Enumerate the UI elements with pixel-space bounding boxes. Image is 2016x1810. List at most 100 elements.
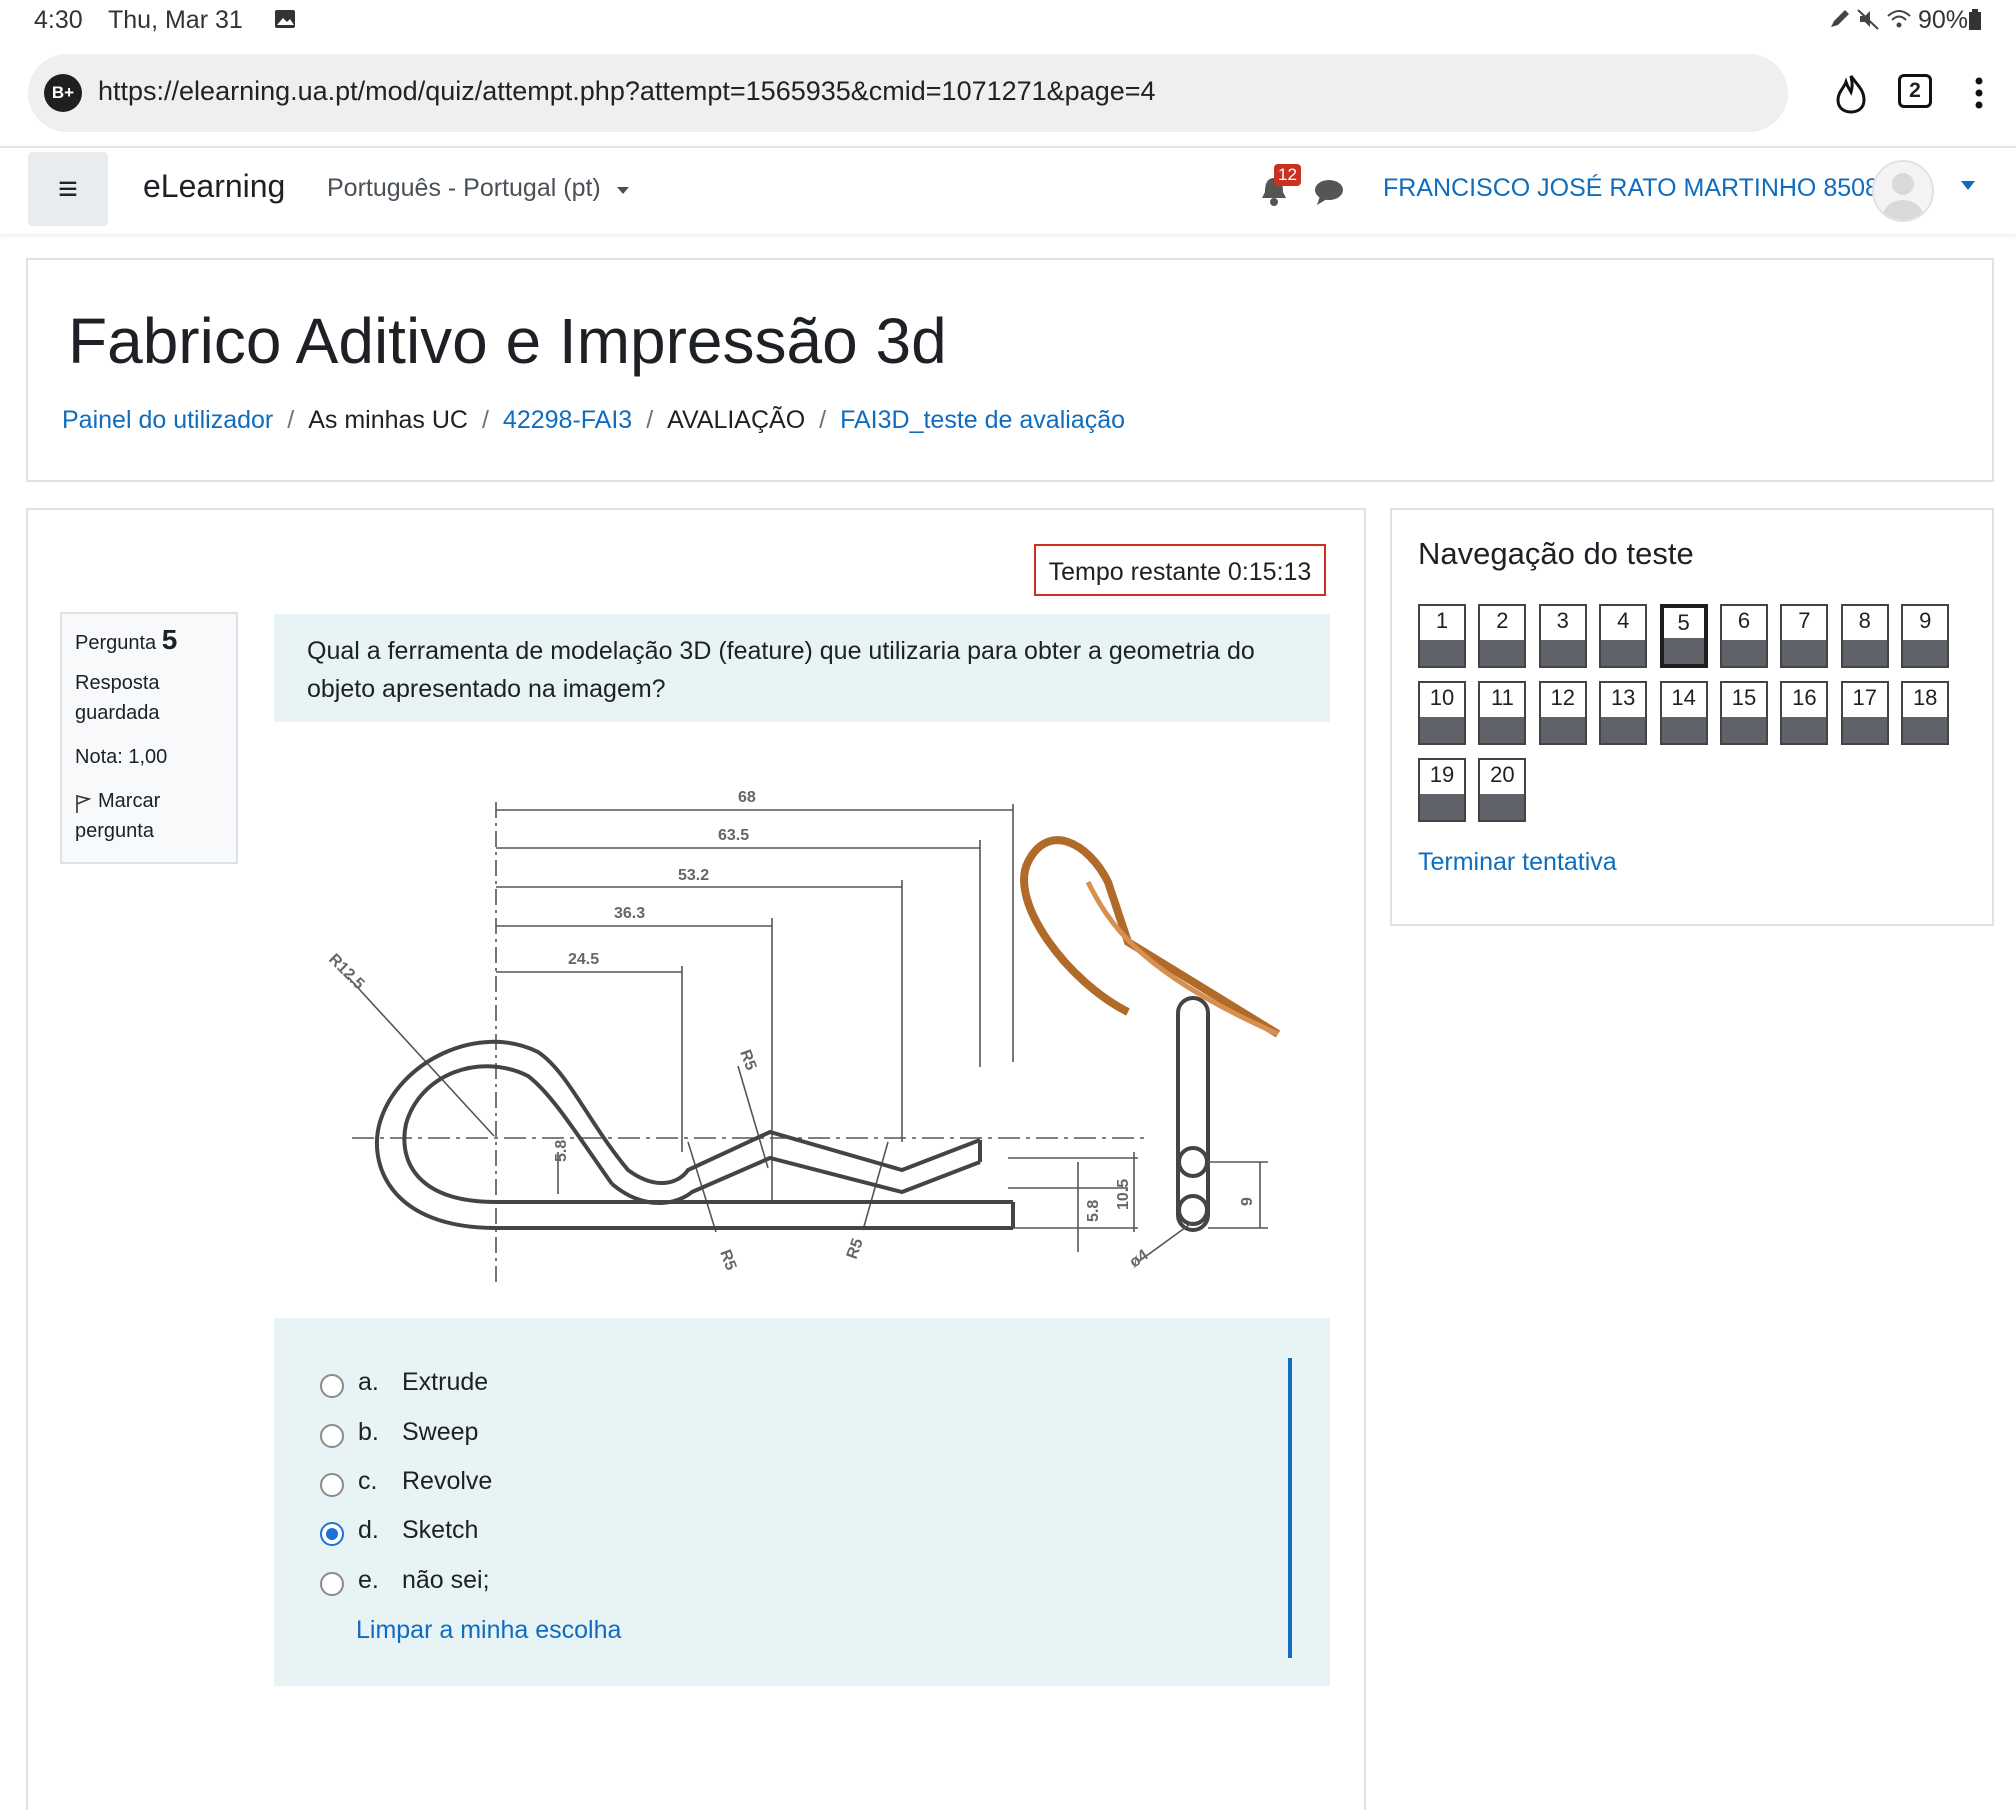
quiz-nav-button-7[interactable]: 7 [1780,604,1829,668]
quiz-nav-button-label: 6 [1737,608,1751,633]
quiz-nav-button-18[interactable]: 18 [1901,681,1950,745]
quiz-nav-button-1[interactable]: 1 [1418,604,1466,668]
answered-indicator [1540,717,1585,743]
chat-icon[interactable] [1314,178,1344,206]
quiz-nav-button-label: 8 [1858,608,1871,633]
question-state-line1: Resposta [75,672,160,694]
scrollbar[interactable] [1288,1358,1292,1658]
status-time: 4:30 [34,6,83,34]
quiz-nav-button-14[interactable]: 14 [1659,681,1708,745]
answered-indicator [1420,717,1464,743]
answer-radio-a[interactable] [320,1374,344,1398]
answer-radio-e[interactable] [320,1572,344,1596]
breadcrumb-quiz[interactable]: FAI3D_teste de avaliação [840,406,1125,434]
question-text: Qual a ferramenta de modelação 3D (featu… [307,637,1255,703]
answered-indicator [1420,794,1464,820]
status-bar: 4:30 Thu, Mar 31 90% [0,0,2016,44]
dim-635: 63.5 [718,827,749,844]
breadcrumb-dashboard[interactable]: Painel do utilizador [62,406,273,434]
quiz-nav-button-9[interactable]: 9 [1901,604,1950,668]
answer-radio-b[interactable] [320,1424,344,1448]
flag-question-line1[interactable]: Marcar [98,790,160,813]
dim-r5-a: R5 [736,1048,759,1073]
answered-indicator [1601,717,1646,743]
site-brand[interactable]: eLearning [143,168,285,205]
dim-105: 10.5 [1115,1179,1132,1210]
quiz-nav-button-5[interactable]: 5 [1659,604,1708,668]
quiz-nav-button-16[interactable]: 16 [1780,681,1829,745]
quiz-nav-button-2[interactable]: 2 [1478,604,1527,668]
quiz-nav-button-label: 10 [1429,685,1455,710]
answer-radio-d[interactable] [320,1522,344,1546]
wifi-icon [1887,10,1911,28]
quiz-nav-button-10[interactable]: 10 [1418,681,1466,745]
quiz-nav-button-label: 18 [1912,685,1938,710]
quiz-navigation-title: Navegação do teste [1418,536,1694,571]
quiz-nav-button-19[interactable]: 19 [1418,758,1466,822]
quiz-nav-button-label: 14 [1671,685,1696,710]
quiz-nav-button-label: 15 [1731,685,1757,710]
quiz-nav-button-3[interactable]: 3 [1538,604,1587,668]
answered-indicator [1480,640,1525,666]
dim-68: 68 [738,789,756,806]
browser-logo-icon[interactable]: B+ [44,74,82,112]
flag-icon[interactable] [75,794,91,814]
tab-count-button[interactable]: 2 [1898,74,1932,108]
quiz-nav-button-label: 19 [1429,762,1455,787]
question-number: Pergunta 5 [75,624,178,655]
quiz-timer: Tempo restante 0:15:13 [1034,544,1326,596]
quiz-nav-button-label: 13 [1610,685,1636,710]
quiz-nav-button-6[interactable]: 6 [1720,604,1768,668]
top-navbar: ≡ eLearning Português - Portugal (pt) 12… [0,146,2016,234]
quiz-nav-button-4[interactable]: 4 [1599,604,1648,668]
answered-indicator [1540,640,1585,666]
quiz-nav-button-label: 11 [1490,685,1514,710]
status-date: Thu, Mar 31 [108,6,243,34]
answer-radio-c[interactable] [320,1473,344,1497]
dim-r125: R12.5 [325,951,367,993]
question-image: 68 63.5 53.2 36.3 24.5 R12.5 R5 R5 R5 5.… [308,722,1330,1318]
answers-box: a. Extrude b. Sweep c. Revolve d. Sketch… [274,1318,1330,1686]
answer-label-d[interactable]: Sketch [402,1516,478,1545]
notification-badge: 12 [1274,164,1301,186]
answered-indicator [1842,640,1887,666]
page-title: Fabrico Aditivo e Impressão 3d [68,305,947,377]
url-text[interactable]: https://elearning.ua.pt/mod/quiz/attempt… [98,76,1156,107]
quiz-nav-button-17[interactable]: 17 [1840,681,1889,745]
flame-icon[interactable] [1834,74,1868,114]
quiz-nav-button-13[interactable]: 13 [1599,681,1648,745]
answered-indicator [1480,794,1525,820]
dim-r5-c: R5 [844,1236,867,1261]
answer-label-a[interactable]: Extrude [402,1368,488,1397]
finish-attempt-link[interactable]: Terminar tentativa [1418,848,1617,877]
clear-choice-link[interactable]: Limpar a minha escolha [356,1616,621,1645]
dim-r5-b: R5 [716,1248,739,1273]
breadcrumb-course[interactable]: 42298-FAI3 [503,406,632,434]
language-selector[interactable]: Português - Portugal (pt) [327,174,630,203]
dim-532: 53.2 [678,867,709,884]
flag-question-line2[interactable]: pergunta [75,820,154,843]
quiz-nav-button-label: 16 [1792,685,1817,710]
user-menu-chevron-icon[interactable] [1960,180,1976,192]
user-menu-name[interactable]: FRANCISCO JOSÉ RATO MARTINHO 85088 [1383,174,1893,203]
answered-indicator [1663,638,1704,664]
quiz-nav-button-15[interactable]: 15 [1720,681,1768,745]
quiz-nav-button-8[interactable]: 8 [1840,604,1889,668]
address-bar[interactable]: B+ https://elearning.ua.pt/mod/quiz/atte… [28,54,1788,132]
breadcrumb-my-courses: As minhas UC [308,406,468,434]
quiz-nav-button-20[interactable]: 20 [1478,758,1527,822]
more-menu-icon[interactable] [1974,76,1984,110]
menu-toggle-button[interactable]: ≡ [28,152,108,226]
course-header: Fabrico Aditivo e Impressão 3d Painel do… [26,258,1994,482]
avatar[interactable] [1872,160,1934,222]
quiz-nav-button-label: 17 [1852,685,1878,710]
quiz-nav-button-12[interactable]: 12 [1538,681,1587,745]
dim-363: 36.3 [614,905,645,922]
answer-label-b[interactable]: Sweep [402,1418,478,1447]
quiz-nav-button-11[interactable]: 11 [1478,681,1527,745]
answer-label-c[interactable]: Revolve [402,1467,492,1496]
answer-label-e[interactable]: não sei; [402,1566,490,1595]
quiz-nav-button-label: 3 [1556,608,1569,633]
mute-icon [1857,9,1879,30]
answered-indicator [1661,717,1706,743]
